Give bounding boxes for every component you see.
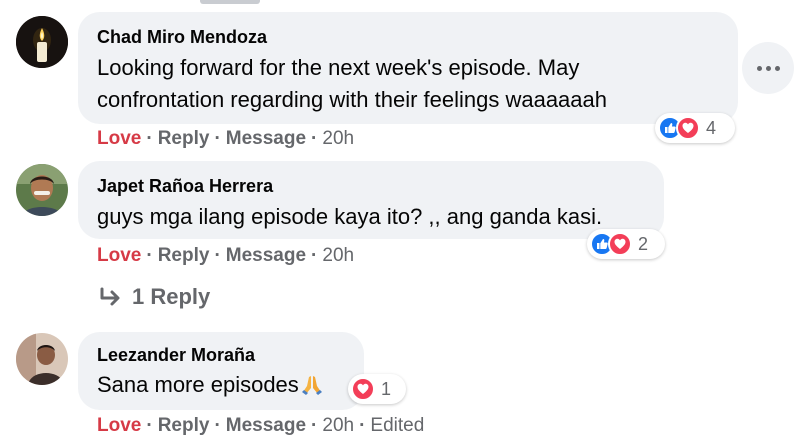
love-reaction-icon (676, 116, 700, 140)
separator: · (146, 128, 153, 149)
reply-action[interactable]: Reply (158, 245, 210, 267)
view-replies-label[interactable]: 1 Reply (132, 284, 210, 310)
more-options-button[interactable] (742, 42, 794, 94)
reaction-count: 4 (706, 117, 717, 138)
comment-actions: Love · Reply · Message · 20h (97, 245, 354, 267)
comment-text-line-2: confrontation regarding with their feeli… (97, 87, 607, 112)
timestamp[interactable]: 20h (322, 128, 354, 150)
timestamp[interactable]: 20h (322, 415, 354, 437)
love-reaction-icon (351, 377, 375, 401)
folded-hands-emoji (301, 376, 322, 395)
reaction-count: 2 (638, 233, 649, 254)
edited-label[interactable]: Edited (370, 415, 424, 437)
love-action[interactable]: Love (97, 128, 141, 150)
candle-avatar-icon (16, 16, 68, 68)
separator: · (214, 245, 221, 266)
avatar[interactable] (16, 16, 68, 68)
reply-arrow-icon (100, 287, 120, 306)
comment-text-line-1: guys mga ilang episode kaya ito? ,, ang … (97, 204, 603, 229)
previous-content-edge (200, 0, 260, 4)
reaction-count: 1 (381, 378, 392, 399)
person-avatar-icon (16, 164, 68, 216)
avatar[interactable] (16, 333, 68, 385)
separator: · (214, 128, 221, 149)
more-dot (765, 65, 771, 71)
reply-action[interactable]: Reply (158, 415, 210, 437)
separator: · (311, 415, 318, 436)
love-action[interactable]: Love (97, 415, 141, 437)
separator: · (146, 415, 153, 436)
more-horizontal-icon (756, 65, 762, 71)
separator: · (146, 245, 153, 266)
avatar[interactable] (16, 164, 68, 216)
person-avatar-icon (16, 333, 68, 385)
comment-author[interactable]: Japet Rañoa Herrera (97, 176, 273, 197)
comment-actions: Love · Reply · Message · 20h · Edited (97, 415, 424, 437)
more-dot (774, 65, 780, 71)
comment-author[interactable]: Chad Miro Mendoza (97, 27, 267, 48)
separator: · (359, 415, 366, 436)
separator: · (214, 415, 221, 436)
comment-text: Sana more episodes (97, 372, 299, 397)
comment-text-line-1: Looking forward for the next week's epis… (97, 55, 580, 80)
reaction-summary[interactable]: 2 (587, 229, 665, 259)
love-action[interactable]: Love (97, 245, 141, 267)
reply-action[interactable]: Reply (158, 128, 210, 150)
comment-actions: Love · Reply · Message · 20h (97, 128, 354, 150)
message-action[interactable]: Message (226, 128, 306, 150)
message-action[interactable]: Message (226, 245, 306, 267)
separator: · (311, 245, 318, 266)
comment-author[interactable]: Leezander Moraña (97, 345, 255, 366)
timestamp[interactable]: 20h (322, 245, 354, 267)
reaction-summary[interactable]: 4 (655, 113, 735, 143)
reaction-summary[interactable]: 1 (348, 374, 406, 404)
comment-text-line-1: Sana more episodes (97, 369, 324, 401)
view-replies-link[interactable]: 1 Reply (98, 284, 210, 310)
separator: · (311, 128, 318, 149)
love-reaction-icon (608, 232, 632, 256)
message-action[interactable]: Message (226, 415, 306, 437)
